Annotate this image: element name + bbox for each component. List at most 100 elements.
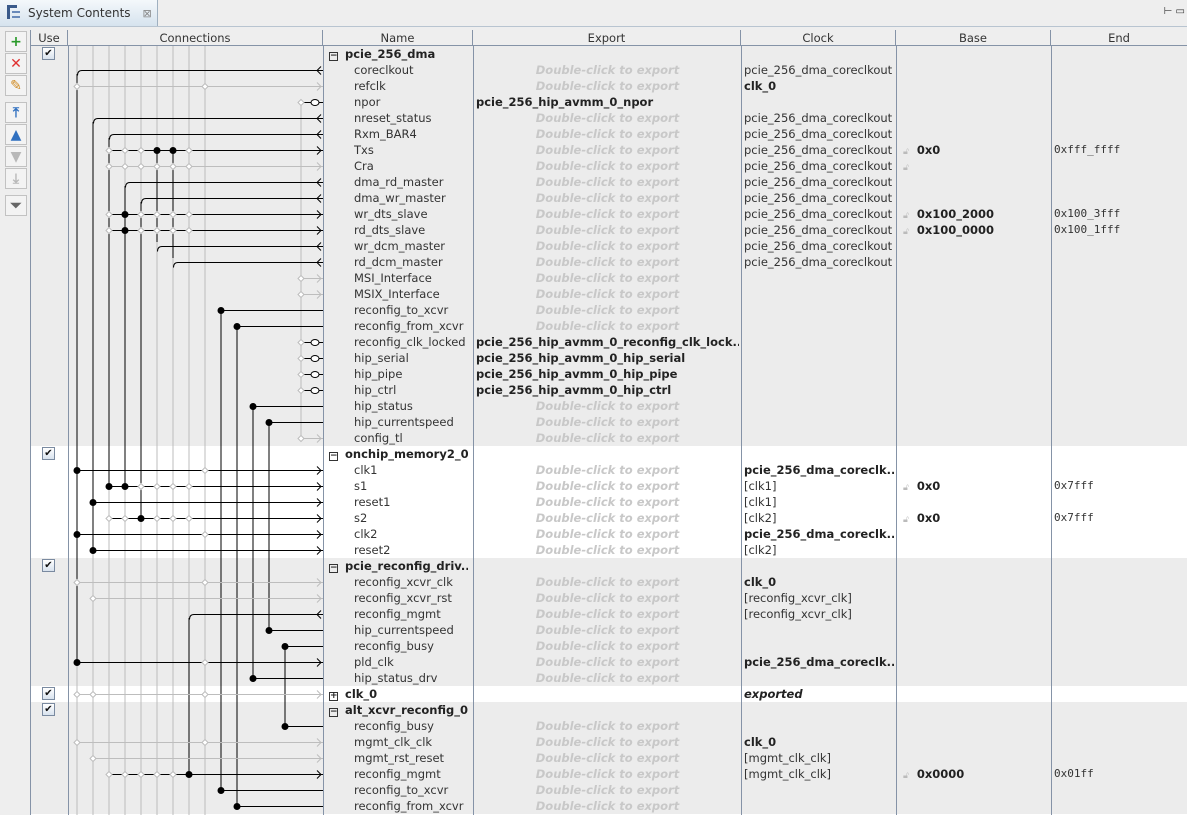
clock-value[interactable]: pcie_256_dma_coreclk... xyxy=(744,526,894,542)
export-hint[interactable]: Double-click to export xyxy=(476,414,739,430)
lock-icon[interactable]: 🔓︎ xyxy=(903,163,909,173)
move-down-button[interactable]: ▼ xyxy=(5,146,27,167)
lock-icon[interactable]: 🔓︎ xyxy=(903,147,909,157)
export-hint[interactable]: Double-click to export xyxy=(476,206,739,222)
export-hint[interactable]: Double-click to export xyxy=(476,286,739,302)
base-cell[interactable]: 🔓︎ 0x0 xyxy=(899,510,1049,526)
clock-value[interactable]: pcie_256_dma_coreclkout xyxy=(744,190,894,206)
base-cell[interactable]: 🔓︎ 0x0000 xyxy=(899,766,1049,782)
use-checkbox[interactable]: ✔ xyxy=(42,687,55,700)
base-cell[interactable]: 🔓︎ 0x0 xyxy=(899,478,1049,494)
base-address[interactable]: 0x100_2000 xyxy=(917,207,994,221)
clock-value[interactable]: pcie_256_dma_coreclkout xyxy=(744,222,894,238)
component-name[interactable]: + clk_0 xyxy=(323,686,468,702)
lock-icon[interactable]: 🔓︎ xyxy=(903,483,909,493)
export-hint[interactable]: Double-click to export xyxy=(476,302,739,318)
move-bottom-button[interactable]: ⤓ xyxy=(5,168,27,189)
clock-value[interactable]: pcie_256_dma_coreclk... xyxy=(744,462,894,478)
base-cell[interactable]: 🔓︎ 0x100_0000 xyxy=(899,222,1049,238)
column-header-clock[interactable]: Clock xyxy=(741,30,896,46)
move-top-button[interactable]: ⤒ xyxy=(5,102,27,123)
use-checkbox[interactable]: ✔ xyxy=(42,47,55,60)
base-cell[interactable]: 🔓︎ 0x100_2000 xyxy=(899,206,1049,222)
collapse-icon[interactable]: − xyxy=(329,708,338,717)
clock-value[interactable]: clk_0 xyxy=(744,574,894,590)
lock-icon[interactable]: 🔓︎ xyxy=(903,211,909,221)
connections-graph[interactable] xyxy=(69,46,325,815)
use-checkbox[interactable]: ✔ xyxy=(42,559,55,572)
column-header-export[interactable]: Export xyxy=(473,30,741,46)
export-hint[interactable]: Double-click to export xyxy=(476,750,739,766)
export-hint[interactable]: Double-click to export xyxy=(476,126,739,142)
export-hint[interactable]: Double-click to export xyxy=(476,510,739,526)
column-header-connections[interactable]: Connections xyxy=(68,30,323,46)
base-address[interactable]: 0x100_0000 xyxy=(917,223,994,237)
base-address[interactable]: 0x0 xyxy=(917,511,940,525)
export-hint[interactable]: Double-click to export xyxy=(476,638,739,654)
clock-value[interactable]: pcie_256_dma_coreclkout xyxy=(744,158,894,174)
column-header-use[interactable]: Use xyxy=(31,30,68,46)
use-checkbox[interactable]: ✔ xyxy=(42,703,55,716)
export-name[interactable]: pcie_256_hip_avmm_0_hip_serial xyxy=(476,350,739,366)
component-name[interactable]: − onchip_memory2_0 xyxy=(323,446,468,462)
clock-value[interactable]: pcie_256_dma_coreclkout xyxy=(744,238,894,254)
base-cell[interactable]: 🔓︎ xyxy=(899,158,1049,174)
export-hint[interactable]: Double-click to export xyxy=(476,526,739,542)
clock-value[interactable]: [mgmt_clk_clk] xyxy=(744,766,894,782)
export-hint[interactable]: Double-click to export xyxy=(476,190,739,206)
view-menu-icon[interactable]: ⊢ ▭ xyxy=(1164,6,1185,17)
clock-value[interactable]: clk_0 xyxy=(744,78,894,94)
collapse-icon[interactable]: − xyxy=(329,52,338,61)
column-header-name[interactable]: Name xyxy=(323,30,473,46)
export-hint[interactable]: Double-click to export xyxy=(476,110,739,126)
export-name[interactable]: pcie_256_hip_avmm_0_npor xyxy=(476,94,739,110)
export-hint[interactable]: Double-click to export xyxy=(476,574,739,590)
lock-icon[interactable]: 🔓︎ xyxy=(903,227,909,237)
remove-button[interactable]: ✕ xyxy=(5,53,27,74)
column-header-base[interactable]: Base xyxy=(896,30,1051,46)
expand-icon[interactable]: + xyxy=(329,692,338,701)
filter-button[interactable]: ⏷ xyxy=(5,195,27,216)
clock-value[interactable]: pcie_256_dma_coreclkout xyxy=(744,62,894,78)
move-up-button[interactable]: ▲ xyxy=(5,124,27,145)
export-hint[interactable]: Double-click to export xyxy=(476,590,739,606)
export-hint[interactable]: Double-click to export xyxy=(476,238,739,254)
export-hint[interactable]: Double-click to export xyxy=(476,318,739,334)
collapse-icon[interactable]: − xyxy=(329,452,338,461)
export-hint[interactable]: Double-click to export xyxy=(476,718,739,734)
clock-value[interactable]: pcie_256_dma_coreclk... xyxy=(744,654,894,670)
base-address[interactable]: 0x0000 xyxy=(917,767,964,781)
export-hint[interactable]: Double-click to export xyxy=(476,270,739,286)
clock-value[interactable]: pcie_256_dma_coreclkout xyxy=(744,206,894,222)
export-hint[interactable]: Double-click to export xyxy=(476,734,739,750)
clock-value[interactable]: pcie_256_dma_coreclkout xyxy=(744,174,894,190)
export-hint[interactable]: Double-click to export xyxy=(476,78,739,94)
clock-value[interactable]: pcie_256_dma_coreclkout xyxy=(744,126,894,142)
clock-value[interactable]: [clk2] xyxy=(744,542,894,558)
clock-value[interactable]: pcie_256_dma_coreclkout xyxy=(744,254,894,270)
collapse-icon[interactable]: − xyxy=(329,564,338,573)
export-hint[interactable]: Double-click to export xyxy=(476,398,739,414)
export-name[interactable]: pcie_256_hip_avmm_0_reconfig_clk_lock... xyxy=(476,334,739,350)
base-address[interactable]: 0x0 xyxy=(917,143,940,157)
edit-button[interactable]: ✎ xyxy=(5,75,27,96)
clock-value[interactable]: [clk2] xyxy=(744,510,894,526)
clock-value[interactable]: pcie_256_dma_coreclkout xyxy=(744,110,894,126)
close-tab-icon[interactable]: ⊠ xyxy=(143,7,152,20)
clock-value[interactable]: [reconfig_xcvr_clk] xyxy=(744,606,894,622)
export-hint[interactable]: Double-click to export xyxy=(476,670,739,686)
export-hint[interactable]: Double-click to export xyxy=(476,798,739,814)
clock-value[interactable]: [reconfig_xcvr_clk] xyxy=(744,590,894,606)
component-name[interactable]: − pcie_256_dma xyxy=(323,46,468,62)
use-checkbox[interactable]: ✔ xyxy=(42,447,55,460)
export-hint[interactable]: Double-click to export xyxy=(476,766,739,782)
export-hint[interactable]: Double-click to export xyxy=(476,174,739,190)
add-button[interactable]: + xyxy=(5,31,27,52)
base-cell[interactable]: 🔓︎ 0x0 xyxy=(899,142,1049,158)
export-hint[interactable]: Double-click to export xyxy=(476,782,739,798)
clock-value[interactable]: [mgmt_clk_clk] xyxy=(744,750,894,766)
component-name[interactable]: − alt_xcvr_reconfig_0 xyxy=(323,702,468,718)
export-hint[interactable]: Double-click to export xyxy=(476,142,739,158)
export-hint[interactable]: Double-click to export xyxy=(476,494,739,510)
tab-system-contents[interactable]: System Contents ⊠ xyxy=(0,0,158,26)
